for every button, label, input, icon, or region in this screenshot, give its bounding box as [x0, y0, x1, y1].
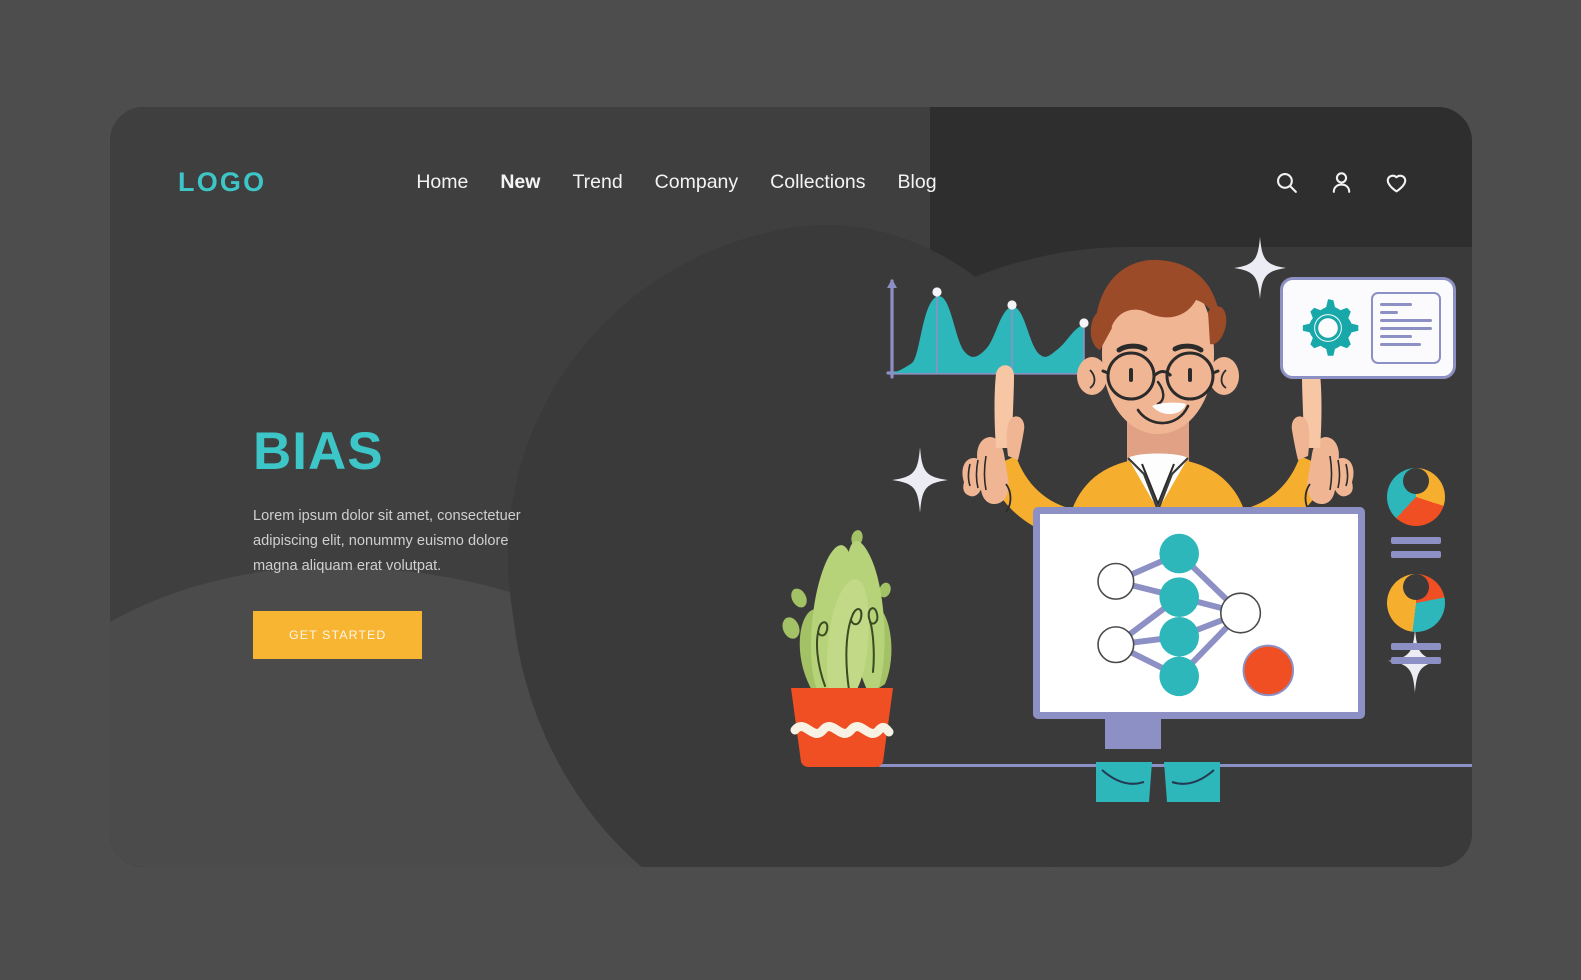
doc-line	[1380, 327, 1432, 330]
user-icon[interactable]	[1328, 169, 1355, 196]
nav-item-blog[interactable]: Blog	[882, 165, 953, 200]
page-root: LOGO Home New Trend Company Collections …	[0, 0, 1581, 980]
nav-item-collections[interactable]: Collections	[754, 165, 881, 200]
hero-copy: BIAS Lorem ipsum dolor sit amet, consect…	[253, 422, 583, 660]
stat-bar	[1391, 537, 1441, 544]
gear-icon	[1302, 299, 1359, 356]
doc-line	[1380, 343, 1421, 346]
monitor-stand	[1105, 719, 1161, 749]
header-actions	[1273, 169, 1410, 196]
nav-item-home[interactable]: Home	[400, 165, 484, 200]
search-icon[interactable]	[1273, 169, 1300, 196]
donut-chart-2	[1387, 574, 1445, 632]
page-title: BIAS	[253, 422, 384, 481]
hero-description: Lorem ipsum dolor sit amet, consectetuer…	[253, 508, 521, 575]
settings-card[interactable]	[1280, 277, 1456, 379]
doc-line	[1380, 311, 1398, 314]
nav-item-company[interactable]: Company	[639, 165, 754, 200]
doc-line	[1380, 319, 1432, 322]
donut-stats	[1387, 452, 1453, 671]
site-header: LOGO Home New Trend Company Collections …	[110, 107, 1472, 257]
plant-illustration	[782, 530, 894, 767]
stat-bar	[1391, 657, 1441, 664]
hero-card: LOGO Home New Trend Company Collections …	[110, 107, 1472, 867]
neural-network-diagram	[1097, 533, 1295, 697]
nav-item-trend[interactable]: Trend	[556, 165, 638, 200]
doc-line	[1380, 335, 1413, 338]
heart-icon[interactable]	[1383, 169, 1410, 196]
logo[interactable]: LOGO	[178, 167, 266, 198]
monitor-screen[interactable]	[1033, 507, 1365, 719]
stat-bar	[1391, 551, 1441, 558]
main-nav: Home New Trend Company Collections Blog	[400, 165, 952, 200]
donut-chart-1	[1387, 468, 1445, 526]
stat-bar	[1391, 643, 1441, 650]
document-preview	[1371, 292, 1441, 364]
doc-line	[1380, 303, 1413, 306]
nav-item-new[interactable]: New	[484, 165, 556, 200]
get-started-button[interactable]: GET STARTED	[253, 611, 423, 660]
